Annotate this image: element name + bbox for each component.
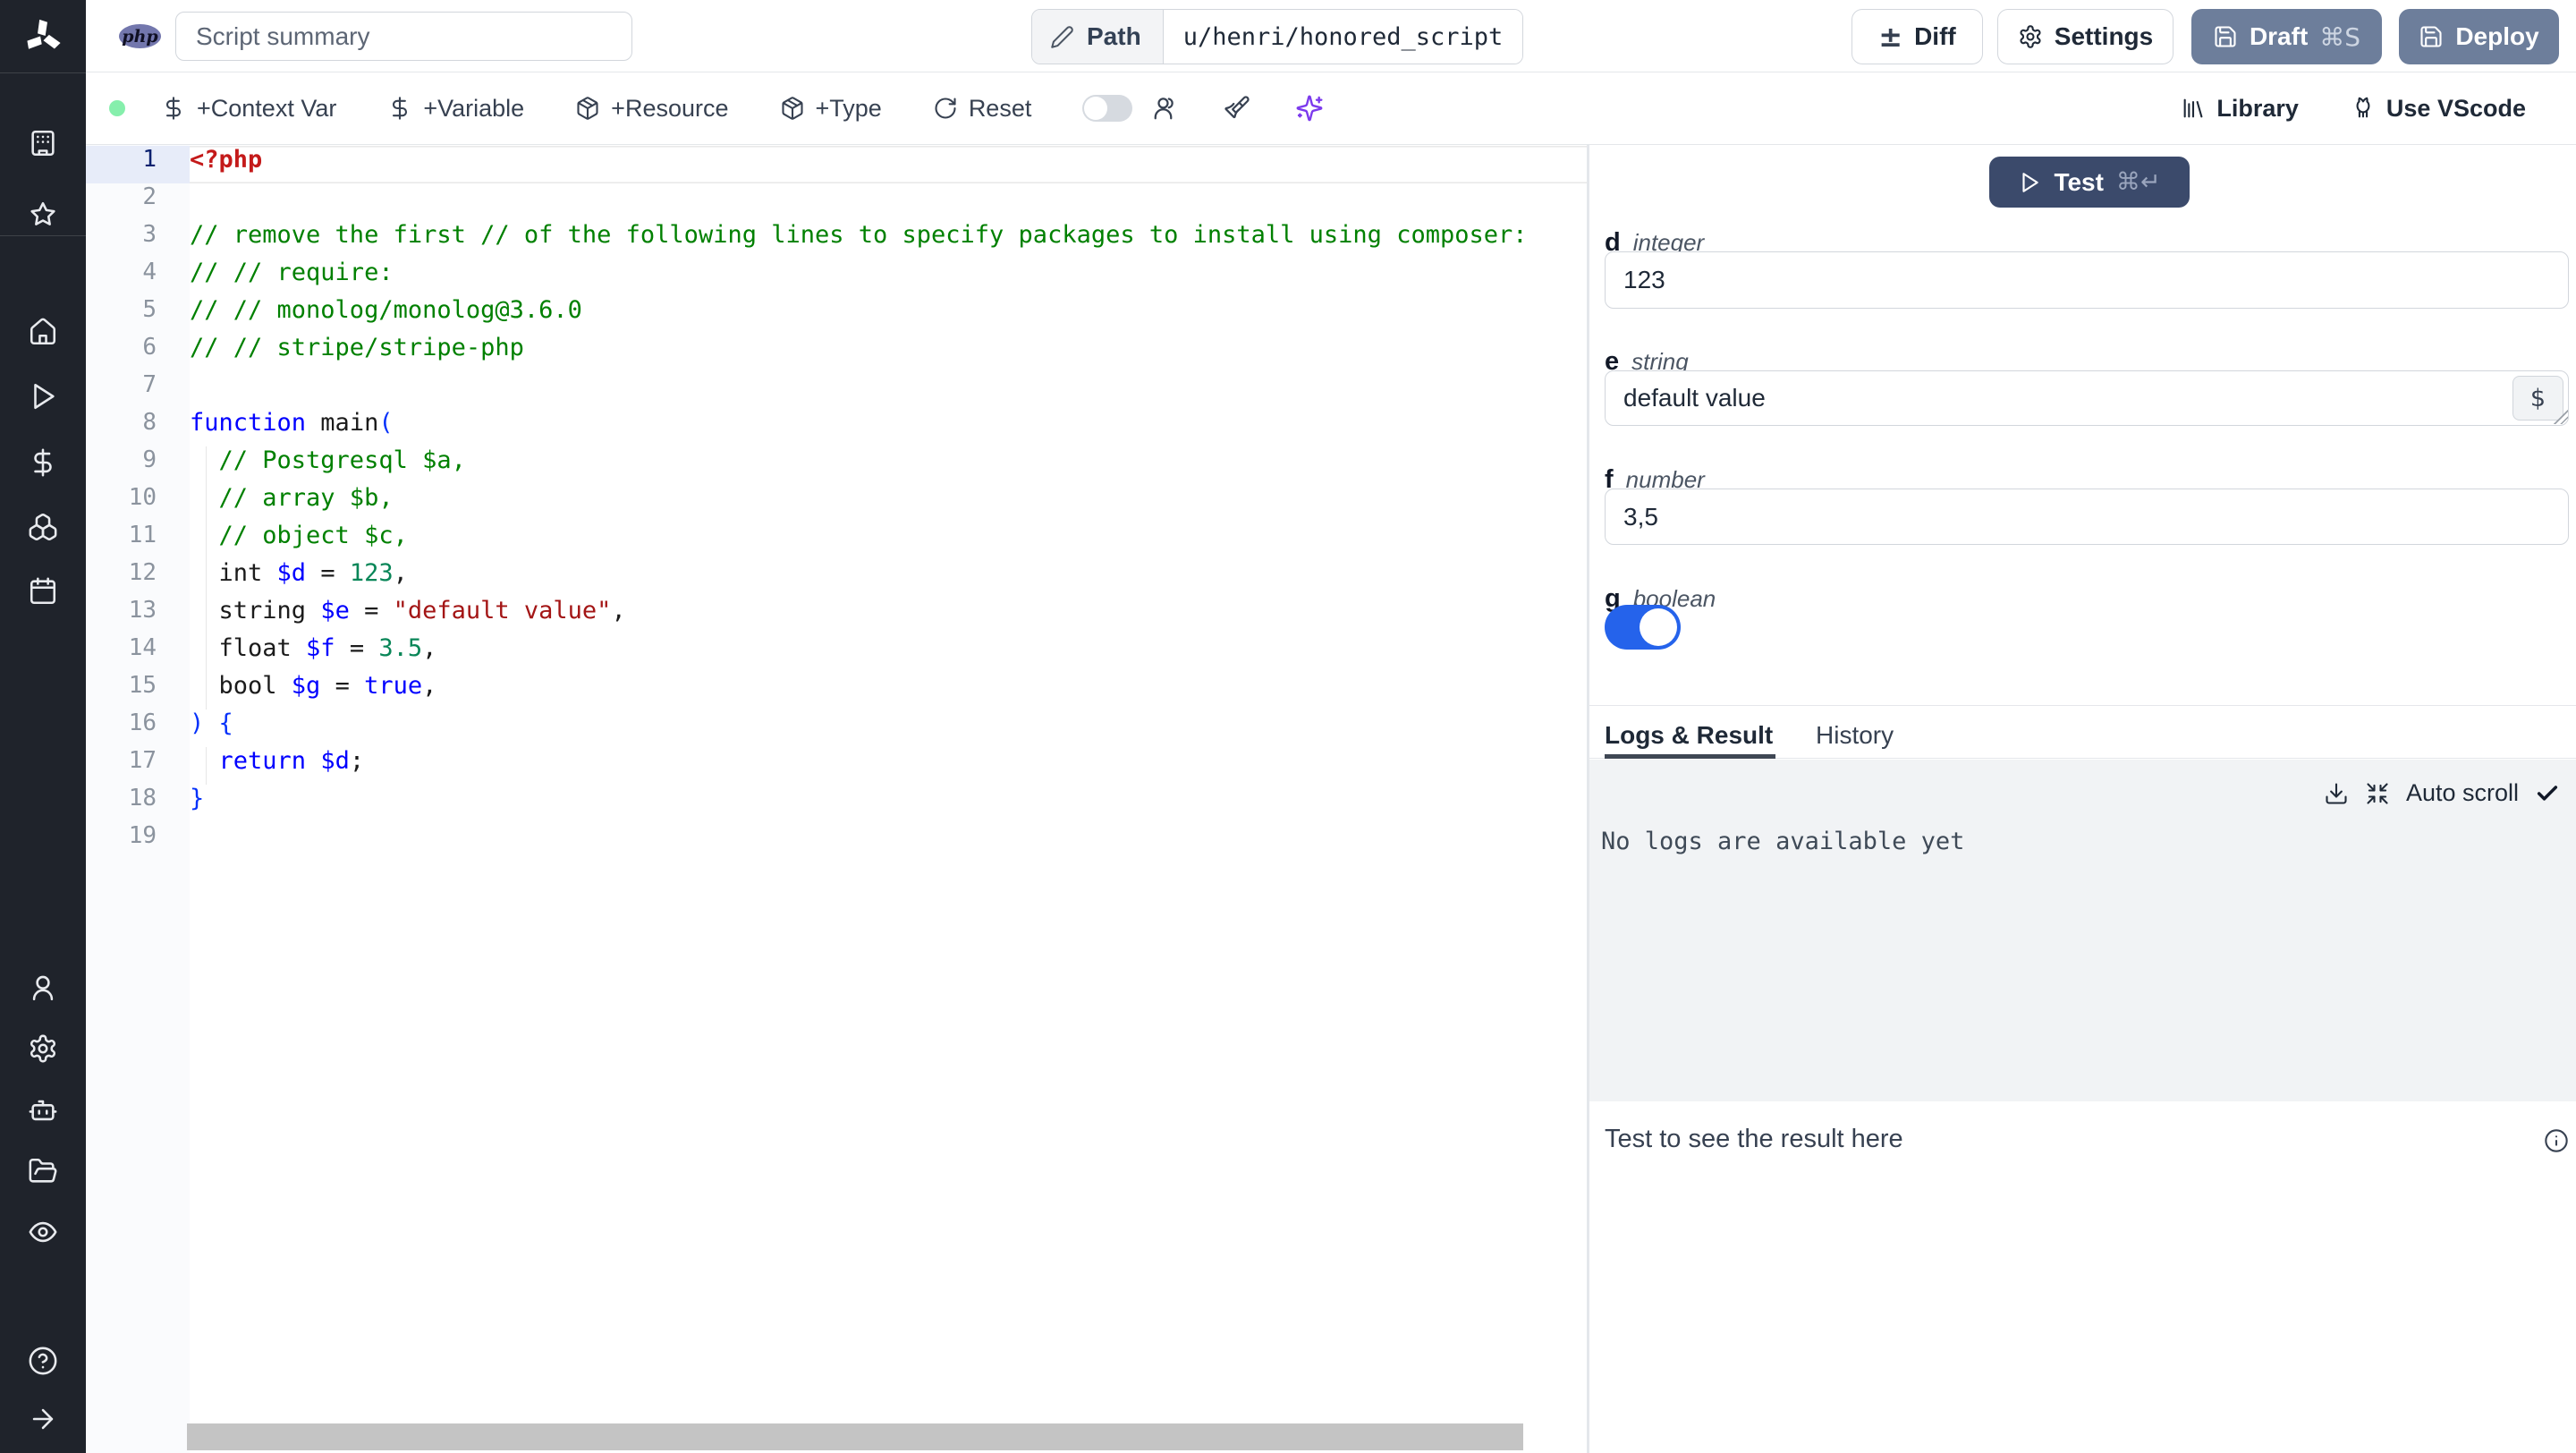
code-line-16[interactable]: 16) { [86, 710, 1587, 747]
result-placeholder: Test to see the result here [1605, 1125, 1903, 1153]
package-icon [575, 96, 600, 121]
top-bar: php Path u/henri/honored_script ± Diff S… [86, 0, 2576, 72]
textarea-resize-handle[interactable] [2554, 410, 2568, 424]
code-line-13[interactable]: 13 string $e = "default value", [86, 597, 1587, 634]
workers-bot-icon[interactable] [28, 1095, 58, 1126]
code-line-19[interactable]: 19 [86, 822, 1587, 860]
gear-icon [2018, 24, 2043, 49]
code-line-12[interactable]: 12 int $d = 123, [86, 559, 1587, 597]
runs-play-icon[interactable] [28, 381, 58, 412]
library-button[interactable]: Library [2181, 95, 2299, 123]
dollar-icon [387, 96, 412, 121]
code-editor[interactable]: 1 <?php 2 3// remove the first // of the fo… [86, 145, 1587, 1453]
code-lines[interactable]: 1 <?php 2 3// remove the first // of the fo… [86, 146, 1587, 860]
format-paintbrush-icon[interactable] [1224, 95, 1250, 122]
edit-pencil-icon [1050, 25, 1074, 49]
use-vscode-button[interactable]: Use VScode [2351, 95, 2526, 123]
code-line-3[interactable]: 3// remove the first // of the following… [86, 221, 1587, 259]
diff-mode-toggle[interactable] [1082, 95, 1133, 122]
editor-toolbar: +Context Var +Variable +Resource +Type R… [86, 72, 2576, 145]
home-icon[interactable] [28, 317, 58, 347]
code-line-14[interactable]: 14 float $f = 3.5, [86, 634, 1587, 672]
schedules-calendar-icon[interactable] [28, 576, 58, 607]
save-icon [2419, 24, 2444, 49]
expand-sidebar-arrow-icon[interactable] [28, 1404, 58, 1434]
code-line-5[interactable]: 5// // monolog/monolog@3.6.0 [86, 296, 1587, 334]
deploy-button[interactable]: Deploy [2399, 9, 2559, 64]
code-line-8[interactable]: 8 function main( [86, 409, 1587, 446]
code-line-2[interactable]: 2 [86, 183, 1587, 221]
boolean-toggle-g[interactable] [1605, 605, 1681, 650]
info-icon[interactable] [2544, 1128, 2569, 1153]
windmill-logo-icon[interactable] [22, 16, 64, 57]
field-input-e[interactable] [1605, 370, 2569, 426]
path-label: Path [1087, 22, 1141, 50]
active-tab-underline [1605, 754, 1775, 759]
plus-minus-icon: ± [1878, 20, 1903, 54]
field-input-f[interactable] [1605, 489, 2569, 545]
auto-scroll-label[interactable]: Auto scroll [2406, 779, 2519, 807]
path-value[interactable]: u/henri/honored_script [1163, 10, 1523, 64]
users-icon[interactable] [28, 973, 58, 1003]
diff-button[interactable]: ± Diff [1852, 9, 1983, 64]
tab-history[interactable]: History [1816, 721, 1894, 750]
check-icon[interactable] [2535, 781, 2560, 806]
result-panel: Test to see the result here [1589, 1101, 2576, 1453]
add-resource-button[interactable]: +Resource [575, 95, 729, 123]
code-line-10[interactable]: 10 // array $b, [86, 484, 1587, 522]
code-line-18[interactable]: 18} [86, 785, 1587, 822]
code-line-7[interactable]: 7 [86, 371, 1587, 409]
logs-empty-message: No logs are available yet [1601, 828, 1965, 855]
cat-icon [2351, 96, 2376, 121]
resources-boxes-icon[interactable] [28, 512, 58, 542]
script-path[interactable]: Path u/henri/honored_script [1031, 9, 1524, 64]
rotate-icon [933, 96, 958, 121]
code-line-17[interactable]: 17 return $d; [86, 747, 1587, 785]
multiplayer-users-icon[interactable] [1152, 95, 1179, 122]
field-input-d[interactable] [1605, 251, 2569, 309]
settings-button[interactable]: Settings [1997, 9, 2174, 64]
save-icon [2213, 24, 2238, 49]
favorites-star-icon[interactable] [28, 200, 58, 230]
horizontal-scrollbar[interactable] [187, 1423, 1523, 1450]
preview-panel: Test ⌘↵ d integer e string $ f number g … [1589, 145, 2576, 1453]
folders-icon[interactable] [28, 1156, 58, 1186]
ai-sparkles-icon[interactable] [1295, 94, 1324, 123]
variables-dollar-icon[interactable] [28, 447, 58, 478]
settings-gear-icon[interactable] [28, 1033, 58, 1064]
code-line-1[interactable]: 1 <?php [86, 146, 1587, 183]
test-button[interactable]: Test ⌘↵ [1989, 157, 2190, 208]
code-line-15[interactable]: 15 bool $g = true, [86, 672, 1587, 710]
add-variable-button[interactable]: +Variable [387, 95, 524, 123]
php-language-badge: php [119, 24, 161, 48]
sidebar-divider [0, 235, 86, 236]
draft-shortcut: ⌘S [2319, 21, 2361, 52]
add-context-var-button[interactable]: +Context Var [161, 95, 336, 123]
draft-button[interactable]: Draft ⌘S [2191, 9, 2382, 64]
script-summary-input[interactable] [175, 12, 632, 61]
audit-eye-icon[interactable] [28, 1217, 58, 1247]
reset-button[interactable]: Reset [933, 95, 1031, 123]
test-shortcut: ⌘↵ [2115, 168, 2161, 196]
code-line-6[interactable]: 6// // stripe/stripe-php [86, 334, 1587, 371]
code-line-4[interactable]: 4// // require: [86, 259, 1587, 296]
dollar-icon [161, 96, 186, 121]
code-line-9[interactable]: 9 // Postgresql $a, [86, 446, 1587, 484]
help-icon[interactable] [28, 1346, 58, 1376]
workspace-icon[interactable] [28, 128, 58, 158]
tab-logs-result[interactable]: Logs & Result [1605, 721, 1773, 750]
package-icon [780, 96, 805, 121]
play-icon [2018, 171, 2041, 194]
panel-divider [1589, 705, 2576, 706]
sidebar [0, 0, 86, 1453]
result-tabs: Logs & Result History [1589, 716, 2576, 759]
add-type-button[interactable]: +Type [780, 95, 882, 123]
download-logs-icon[interactable] [2324, 781, 2349, 806]
code-line-11[interactable]: 11 // object $c, [86, 522, 1587, 559]
expand-logs-icon[interactable] [2365, 781, 2390, 806]
sidebar-divider [0, 72, 86, 73]
library-icon [2181, 96, 2206, 121]
status-dot [109, 100, 125, 116]
logs-panel: Auto scroll No logs are available yet [1589, 760, 2576, 1101]
